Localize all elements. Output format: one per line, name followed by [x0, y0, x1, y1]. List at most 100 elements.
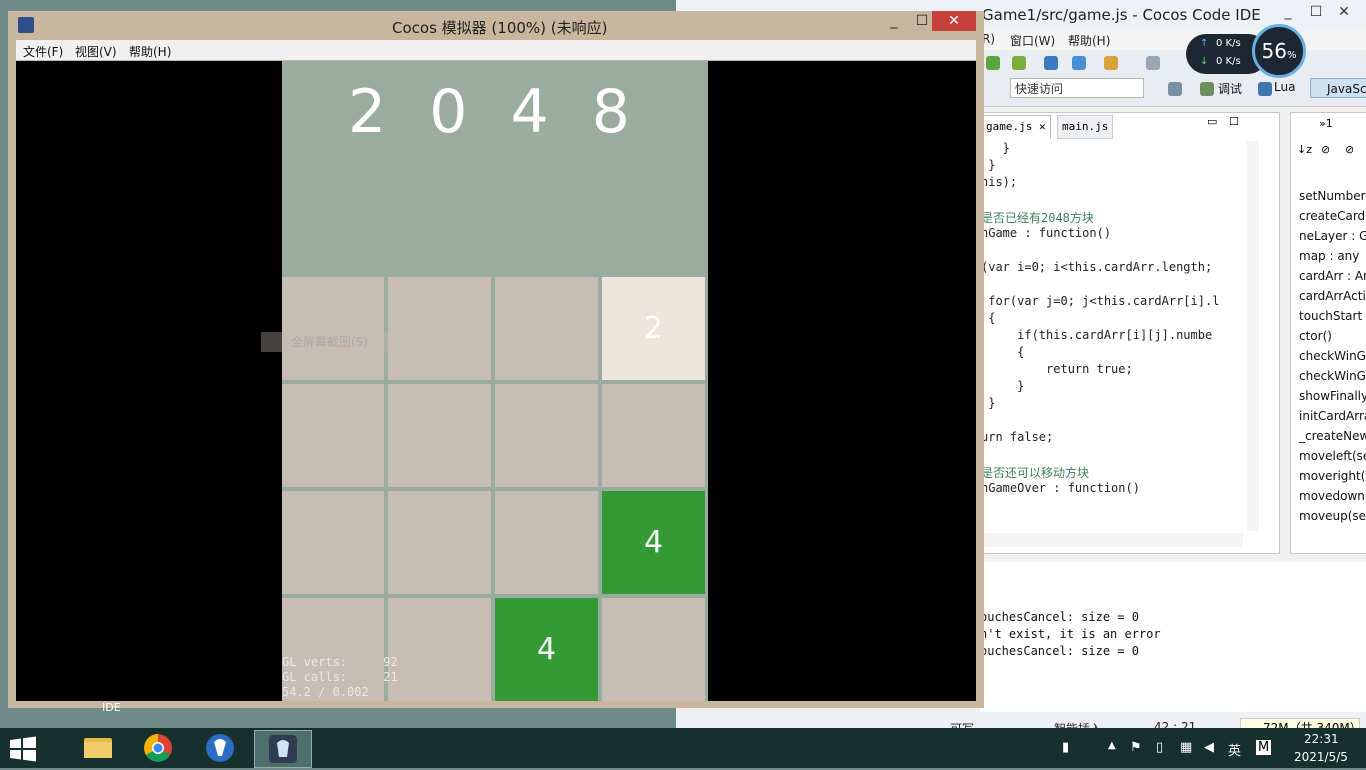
- outline-item[interactable]: checkWinGa: [1299, 349, 1366, 363]
- code-line[interactable]: 是否已经有2048方块: [981, 209, 1094, 226]
- code-line[interactable]: nGame : function(): [981, 226, 1111, 240]
- hide-fields-icon[interactable]: ⊘: [1321, 143, 1330, 156]
- context-menu-fullscreen-screenshot[interactable]: 全屏幕截图(S): [261, 332, 429, 352]
- outline-item[interactable]: checkWinGa: [1299, 369, 1366, 383]
- console-panel: ouchesCancel: size = 0 n't exist, it is a…: [980, 562, 1366, 712]
- code-line[interactable]: urn false;: [981, 430, 1053, 444]
- game-title: 2 0 4 8: [348, 77, 642, 147]
- flag-icon[interactable]: ⚑: [1130, 740, 1142, 755]
- outline-item[interactable]: neLayer : Ga: [1299, 229, 1366, 243]
- outline-item[interactable]: map : any: [1299, 249, 1359, 263]
- ide-menu-window[interactable]: 窗口(W): [1010, 32, 1055, 49]
- simulator-close-button[interactable]: ✕: [932, 11, 976, 31]
- ide-close-button[interactable]: ✕: [1332, 4, 1356, 24]
- globe-icon[interactable]: [1072, 56, 1086, 70]
- code-editor[interactable]: game.js ✕ main.js ▭ ☐ } } his); 是否已经有2048方…: [980, 112, 1280, 554]
- upload-arrow-icon: ↑: [1200, 38, 1209, 49]
- windows-start-icon[interactable]: [8, 736, 38, 762]
- outline-item[interactable]: cardArr : Ar: [1299, 269, 1366, 283]
- ide-maximize-button[interactable]: ☐: [1304, 4, 1328, 24]
- perspective-javascript[interactable]: JavaScr: [1310, 78, 1366, 98]
- outline-tab[interactable]: »1: [1319, 117, 1333, 130]
- code-line[interactable]: {: [981, 345, 1024, 359]
- empty-cell: [388, 277, 491, 380]
- hide-static-icon[interactable]: ⊘: [1345, 143, 1354, 156]
- open-perspective-icon[interactable]: [1168, 82, 1182, 96]
- outline-item[interactable]: setNumber(: [1299, 189, 1366, 203]
- file-icon[interactable]: [1146, 56, 1160, 70]
- outline-item[interactable]: showFinally: [1299, 389, 1366, 403]
- debug-icon[interactable]: [1012, 56, 1026, 70]
- code-line[interactable]: for(var j=0; j<this.cardArr[i].l: [981, 294, 1219, 308]
- quick-access-input[interactable]: 快速访问: [1010, 78, 1144, 98]
- simulator-title: Cocos 模拟器 (100%) (未响应): [392, 19, 608, 37]
- taskbar: ▮ ▲ ⚑ ▯ ▦ ◀ 英 M 22:31 2021/5/5: [0, 728, 1366, 768]
- empty-cell: [388, 384, 491, 487]
- outline-item[interactable]: touchStart :: [1299, 309, 1366, 323]
- empty-cell: [282, 384, 384, 487]
- tab-game-js[interactable]: game.js ✕: [981, 115, 1051, 138]
- tab-main-js[interactable]: main.js: [1057, 115, 1114, 139]
- outline-item[interactable]: moveup(sel: [1299, 509, 1366, 523]
- menu-help[interactable]: 帮助(H): [129, 43, 171, 60]
- wand-icon[interactable]: [1104, 56, 1118, 70]
- ide-menu-help[interactable]: 帮助(H): [1068, 32, 1110, 49]
- network-icon[interactable]: ▦: [1180, 740, 1192, 755]
- ime-mode[interactable]: M: [1256, 740, 1272, 755]
- ime-language[interactable]: 英: [1228, 740, 1241, 759]
- tile-2: 2: [602, 277, 705, 380]
- simulator-titlebar[interactable]: Cocos 模拟器 (100%) (未响应) _ ☐ ✕: [8, 11, 984, 40]
- volume-icon[interactable]: ◀: [1204, 740, 1214, 755]
- code-line[interactable]: return true;: [981, 362, 1133, 376]
- game-2048[interactable]: 2 0 4 8 2 44 GL verts: 92 GL calls: 21 54.2…: [282, 61, 708, 701]
- perspective-lua[interactable]: Lua: [1274, 80, 1295, 94]
- network-meter[interactable]: ↑ 0 K/s ↓ 0 K/s 56%: [1186, 24, 1306, 80]
- editor-minimize-icon[interactable]: ▭: [1207, 115, 1217, 128]
- perspective-debug[interactable]: 调试: [1218, 80, 1242, 97]
- outline-item[interactable]: _createNew: [1299, 429, 1366, 443]
- tray-app-icon[interactable]: ▯: [1156, 740, 1163, 755]
- simulator-minimize-button[interactable]: _: [880, 13, 908, 31]
- code-area[interactable]: } } his); 是否已经有2048方块 nGame : function() (va…: [981, 139, 1243, 539]
- file-explorer-taskbar-button[interactable]: [70, 730, 126, 766]
- clock-date[interactable]: 2021/5/5: [1294, 750, 1348, 764]
- outline-item[interactable]: ctor(): [1299, 329, 1332, 343]
- outline-item[interactable]: cardArrActio: [1299, 289, 1366, 303]
- download-arrow-icon: ↓: [1200, 56, 1209, 67]
- gl-debug-stats: GL verts: 92 GL calls: 21 54.2 / 0.002: [282, 655, 482, 701]
- outline-item[interactable]: moveleft(se: [1299, 449, 1366, 463]
- usage-unit: %: [1286, 50, 1297, 61]
- outline-item[interactable]: initCardArra: [1299, 409, 1366, 423]
- code-line[interactable]: 是否还可以移动方块: [981, 464, 1089, 481]
- editor-vertical-scrollbar[interactable]: [1247, 141, 1259, 531]
- menu-view[interactable]: 视图(V): [75, 43, 117, 60]
- editor-horizontal-scrollbar[interactable]: [981, 533, 1243, 547]
- outline-item[interactable]: movedown(: [1299, 489, 1366, 503]
- code-line[interactable]: }: [981, 379, 1024, 393]
- empty-cell: [602, 384, 705, 487]
- code-line[interactable]: if(this.cardArr[i][j].numbe: [981, 328, 1212, 342]
- simulator-app-icon[interactable]: [18, 17, 34, 33]
- chrome-taskbar-button[interactable]: [130, 730, 186, 766]
- ide-minimize-button[interactable]: _: [1276, 4, 1300, 24]
- run-icon[interactable]: [986, 56, 1000, 70]
- code-line[interactable]: nGameOver : function(): [981, 481, 1140, 495]
- clock-time[interactable]: 22:31: [1304, 732, 1339, 746]
- tab-game-js-label: game.js: [986, 120, 1033, 133]
- tray-notification-icon[interactable]: ▮: [1062, 740, 1069, 755]
- outline-item[interactable]: createCard(: [1299, 209, 1366, 223]
- sort-az-icon[interactable]: ↓z: [1297, 143, 1312, 156]
- bug-icon[interactable]: [1044, 56, 1058, 70]
- code-line[interactable]: his);: [981, 175, 1017, 189]
- cocos-launcher-taskbar-button[interactable]: [192, 730, 248, 766]
- editor-maximize-icon[interactable]: ☐: [1229, 115, 1239, 128]
- console-line: ouchesCancel: size = 0: [980, 610, 1139, 624]
- menu-file[interactable]: 文件(F): [23, 43, 63, 60]
- code-line[interactable]: }: [981, 141, 1010, 155]
- simulator-viewport[interactable]: 2 0 4 8 2 44 GL verts: 92 GL calls: 21 54.2…: [16, 61, 976, 701]
- cocos-simulator-taskbar-button[interactable]: [254, 730, 312, 768]
- show-hidden-icons-icon[interactable]: ▲: [1108, 740, 1116, 751]
- close-tab-icon[interactable]: ✕: [1039, 120, 1046, 133]
- code-line[interactable]: (var i=0; i<this.cardArr.length;: [981, 260, 1212, 274]
- outline-item[interactable]: moveright(s: [1299, 469, 1366, 483]
